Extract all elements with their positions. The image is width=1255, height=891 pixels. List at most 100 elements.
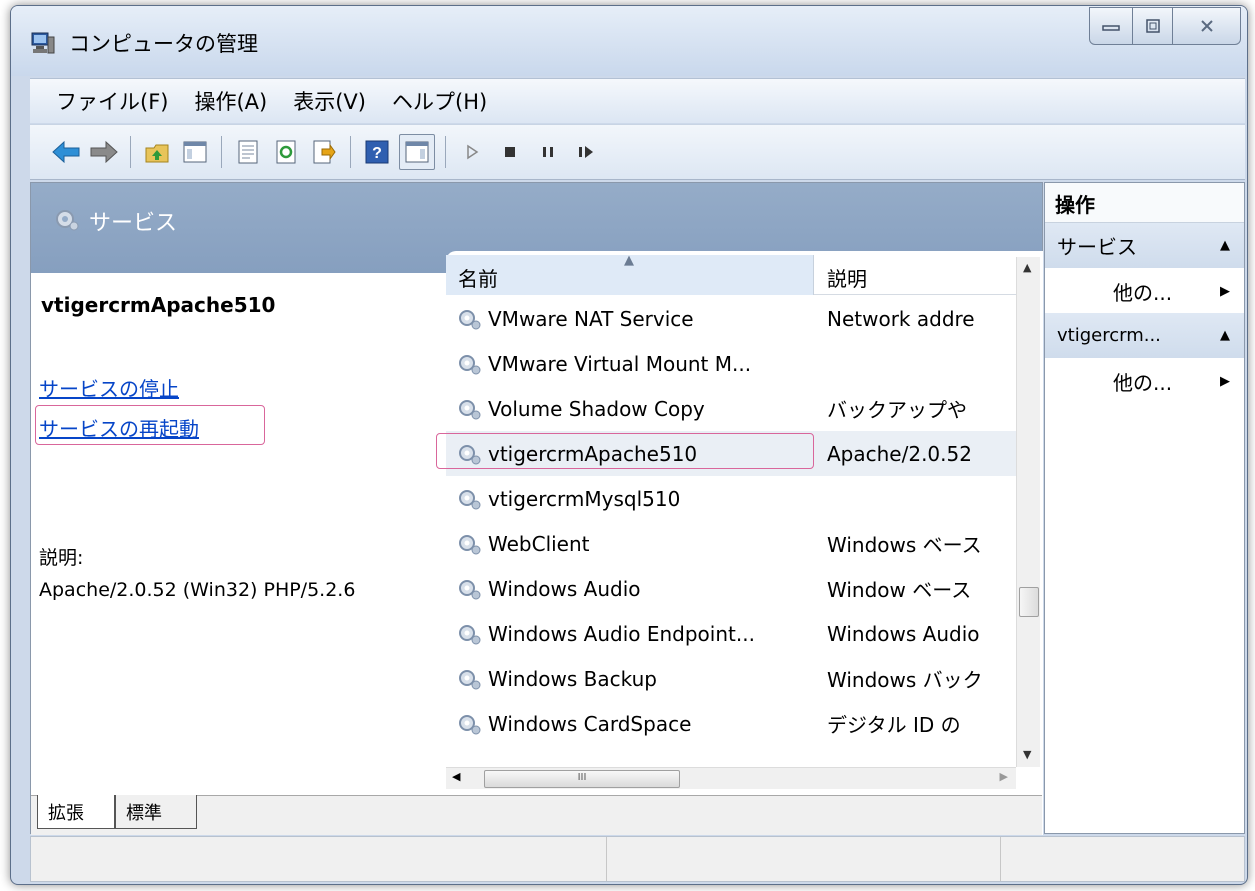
window-title: コンピュータの管理 (69, 32, 258, 56)
status-cell (31, 837, 607, 881)
table-row[interactable]: Windows Audio Endpoint... Windows Audio (446, 611, 1016, 656)
service-rows: VMware NAT Service Network addre VMware … (436, 296, 1016, 746)
service-gear-icon (459, 399, 481, 419)
pause-service-button[interactable] (532, 136, 564, 168)
description-text: Apache/2.0.52 (Win32) PHP/5.2.6 (39, 579, 356, 601)
service-gear-icon (459, 669, 481, 689)
vertical-scroll-thumb[interactable] (1019, 587, 1039, 617)
actions-group-label: サービス (1057, 235, 1137, 259)
table-row[interactable]: Windows Backup Windows バック (446, 656, 1016, 701)
actions-group-label: vtigercrm... (1057, 325, 1161, 346)
scroll-left-icon[interactable]: ◀ (452, 770, 460, 783)
svg-text:?: ? (372, 145, 382, 162)
scroll-up-icon[interactable]: ▲ (1023, 261, 1031, 274)
menu-file[interactable]: ファイル(F) (50, 86, 174, 116)
stop-service-link[interactable]: サービスの停止 (39, 373, 179, 402)
scroll-right-icon[interactable]: ▶ (1000, 770, 1008, 783)
service-name: Windows Audio Endpoint... (488, 621, 755, 646)
column-description-label: 説明 (827, 267, 867, 291)
properties-button[interactable] (232, 136, 264, 168)
start-service-button[interactable] (456, 136, 488, 168)
minimize-button[interactable] (1089, 7, 1133, 45)
submenu-arrow-icon: ▶ (1220, 283, 1230, 299)
scroll-down-icon[interactable]: ▼ (1023, 748, 1031, 761)
service-gear-icon (459, 534, 481, 554)
show-hide-action-pane-icon (405, 141, 429, 163)
stop-icon (505, 147, 515, 157)
table-row[interactable]: vtigercrmMysql510 (446, 476, 1016, 521)
sort-ascending-icon: ▲ (624, 253, 634, 268)
selection-highlight (436, 433, 814, 469)
up-folder-button[interactable] (141, 136, 173, 168)
menu-action[interactable]: 操作(A) (188, 86, 273, 116)
services-title: サービス (89, 211, 178, 236)
horizontal-scroll-thumb[interactable]: III (484, 770, 680, 788)
collapse-up-icon[interactable]: ▲ (1220, 328, 1230, 343)
list-header: ▲ 名前 説明 (446, 253, 1016, 295)
status-cell (607, 837, 1001, 881)
description-label: 説明: (39, 547, 84, 569)
service-gear-icon (459, 624, 481, 644)
service-description: Network addre (827, 306, 975, 331)
vertical-scrollbar[interactable]: ▲ ▼ (1016, 257, 1040, 767)
forward-button[interactable] (88, 136, 120, 168)
show-hide-action-pane-button[interactable] (399, 134, 435, 170)
service-name: Windows CardSpace (488, 711, 692, 736)
toolbar-separator (130, 136, 131, 168)
column-header-description[interactable]: 説明 (815, 255, 1015, 295)
table-row[interactable]: VMware NAT Service Network addre (446, 296, 1016, 341)
table-row[interactable]: WebClient Windows ベース (446, 521, 1016, 566)
refresh-button[interactable] (270, 136, 302, 168)
service-gear-icon (459, 714, 481, 734)
service-gear-icon (459, 354, 481, 374)
horizontal-scrollbar[interactable]: ◀ III ▶ (446, 767, 1016, 789)
actions-header: 操作 (1045, 183, 1244, 223)
maximize-button[interactable] (1133, 7, 1173, 45)
actions-group-vtigercrm[interactable]: vtigercrm... ▲ (1045, 313, 1244, 359)
table-row[interactable]: Windows Audio Window ベース (446, 566, 1016, 611)
table-row[interactable]: Volume Shadow Copy バックアップや (446, 386, 1016, 431)
actions-item-more[interactable]: 他の... ▶ (1045, 359, 1244, 403)
service-description: Window ベース (827, 578, 972, 602)
play-icon (467, 144, 479, 160)
menu-view[interactable]: 表示(V) (287, 86, 372, 116)
export-list-button[interactable] (308, 136, 340, 168)
window-controls (1089, 7, 1241, 45)
refresh-icon (276, 140, 296, 164)
stop-service-button[interactable] (494, 136, 526, 168)
status-cell (1001, 837, 1244, 881)
toolbar-separator (350, 136, 351, 168)
service-name: Windows Audio (488, 576, 641, 601)
service-name: VMware Virtual Mount M... (488, 351, 752, 376)
restart-service-button[interactable] (570, 136, 602, 168)
actions-item-label: 他の... (1113, 280, 1173, 305)
forward-arrow-icon (90, 140, 118, 164)
restart-service-link[interactable]: サービスの再起動 (39, 413, 199, 442)
actions-group-services[interactable]: サービス ▲ (1045, 223, 1244, 269)
tab-standard[interactable]: 標準 (115, 795, 197, 829)
back-button[interactable] (50, 136, 82, 168)
actions-item-more[interactable]: 他の... ▶ (1045, 269, 1244, 313)
title-bar[interactable]: コンピュータの管理 (11, 6, 1247, 76)
collapse-up-icon[interactable]: ▲ (1220, 238, 1230, 253)
column-header-name[interactable]: ▲ 名前 (446, 253, 814, 295)
service-description: Windows Audio (827, 621, 980, 646)
help-button[interactable]: ? (361, 136, 393, 168)
service-gear-icon (459, 489, 481, 509)
table-row-selected[interactable]: vtigercrmApache510 Apache/2.0.52 (436, 431, 1016, 476)
table-row[interactable]: VMware Virtual Mount M... (446, 341, 1016, 386)
up-folder-icon (145, 144, 169, 163)
app-window: コンピュータの管理 ファイル(F) 操作(A) 表示(V) ヘルプ(H) ? サ… (10, 5, 1248, 885)
services-gear-icon (53, 207, 79, 235)
service-name: VMware NAT Service (488, 306, 694, 331)
toolbar-separator (221, 136, 222, 168)
show-hide-tree-button[interactable] (179, 136, 211, 168)
service-name: WebClient (488, 531, 590, 556)
menu-help[interactable]: ヘルプ(H) (386, 86, 493, 116)
table-row[interactable]: Windows CardSpace デジタル ID の (446, 701, 1016, 746)
service-description: バックアップや (827, 398, 967, 422)
close-button[interactable] (1173, 7, 1241, 45)
maximize-icon (1145, 19, 1160, 33)
tab-extended[interactable]: 拡張 (37, 795, 115, 829)
service-gear-icon (459, 579, 481, 599)
